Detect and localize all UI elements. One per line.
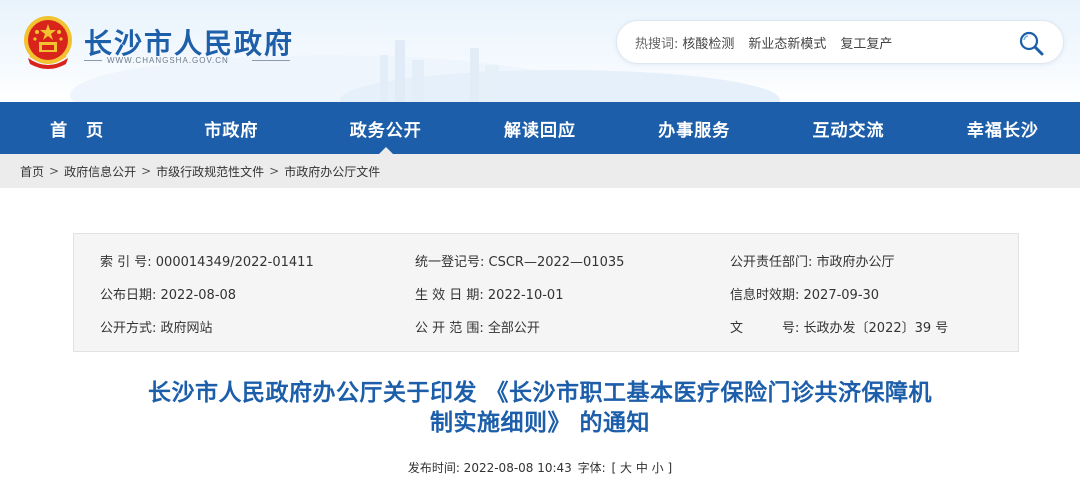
- breadcrumb-link-normative-docs[interactable]: 市级行政规范性文件: [156, 163, 264, 180]
- meta-publish-date: 公布日期: 2022-08-08: [100, 288, 237, 303]
- domain-divider-right: [252, 60, 290, 61]
- hot-word-link[interactable]: 复工复产: [840, 33, 892, 52]
- site-domain: WWW.CHANGSHA.GOV.CN: [107, 56, 229, 65]
- breadcrumb-separator: >: [269, 164, 280, 178]
- font-size-switcher[interactable]: [ 大 中 小 ]: [612, 461, 673, 475]
- document-meta-box: 索 引 号: 000014349/2022-01411 统一登记号: CSCR—…: [73, 233, 1019, 352]
- meta-document-number-value: 长政办发〔2022〕39 号: [803, 321, 949, 336]
- breadcrumb-separator: >: [141, 164, 152, 178]
- meta-registration-number: 统一登记号: CSCR—2022—01035: [415, 255, 625, 270]
- nav-item-government-affairs[interactable]: 政务公开: [309, 102, 463, 154]
- national-emblem-icon: [24, 16, 72, 69]
- search-icon[interactable]: [1017, 29, 1045, 57]
- site-header: 长沙市人民政府 WWW.CHANGSHA.GOV.CN 热搜词: 核酸检测 新业…: [0, 0, 1080, 102]
- hot-search-label: 热搜词:: [635, 36, 679, 52]
- nav-label: 解读回应: [503, 120, 576, 141]
- document-title: 长沙市人民政府办公厅关于印发 《长沙市职工基本医疗保险门诊共济保障机 制实施细则…: [60, 378, 1020, 438]
- nav-label: 办事服务: [658, 120, 731, 141]
- nav-label: 政务公开: [349, 120, 422, 141]
- nav-label: 首 页: [50, 120, 105, 141]
- nav-label: 幸福长沙: [966, 120, 1039, 141]
- font-size-label: 字体:: [577, 461, 606, 475]
- nav-item-happy-changsha[interactable]: 幸福长沙: [926, 102, 1080, 154]
- breadcrumb: 首页 > 政府信息公开 > 市级行政规范性文件 > 市政府办公厅文件: [0, 154, 1080, 188]
- meta-disclosure-method: 公开方式: 政府网站: [100, 321, 213, 336]
- nav-item-interaction[interactable]: 互动交流: [771, 102, 925, 154]
- meta-effective-date: 生 效 日 期: 2022-10-01: [415, 288, 564, 303]
- breadcrumb-separator: >: [49, 164, 60, 178]
- nav-item-services[interactable]: 办事服务: [617, 102, 771, 154]
- main-nav: 首 页 市政府 政务公开 解读回应 办事服务 互动交流 幸福长沙: [0, 102, 1080, 154]
- breadcrumb-link-home[interactable]: 首页: [20, 163, 44, 180]
- breadcrumb-link-gov-info[interactable]: 政府信息公开: [64, 163, 136, 180]
- publish-info: 发布时间: 2022-08-08 10:43 字体: [ 大 中 小 ]: [0, 459, 1080, 476]
- nav-item-city-government[interactable]: 市政府: [154, 102, 308, 154]
- hot-word-link[interactable]: 核酸检测: [682, 33, 734, 52]
- publish-time: 发布时间: 2022-08-08 10:43: [407, 461, 572, 475]
- search-box[interactable]: 热搜词: 核酸检测 新业态新模式 复工复产: [616, 20, 1064, 64]
- meta-document-number-label: 文 号:: [730, 321, 800, 336]
- meta-disclosure-scope: 公 开 范 围: 全部公开: [415, 321, 540, 336]
- meta-index-number: 索 引 号: 000014349/2022-01411: [100, 255, 314, 270]
- meta-valid-until: 信息时效期: 2027-09-30: [730, 288, 880, 303]
- hot-word-link[interactable]: 新业态新模式: [748, 33, 826, 52]
- nav-label: 市政府: [204, 120, 259, 141]
- nav-item-interpretation[interactable]: 解读回应: [463, 102, 617, 154]
- document-title-line-2: 制实施细则》 的通知: [429, 410, 650, 436]
- breadcrumb-link-office-docs[interactable]: 市政府办公厅文件: [284, 163, 380, 180]
- nav-label: 互动交流: [812, 120, 885, 141]
- meta-document-number: 文 号: 长政办发〔2022〕39 号: [730, 317, 948, 336]
- nav-item-home[interactable]: 首 页: [0, 102, 154, 154]
- document-title-line-1: 长沙市人民政府办公厅关于印发 《长沙市职工基本医疗保险门诊共济保障机: [147, 380, 932, 406]
- meta-responsible-dept: 公开责任部门: 市政府办公厅: [730, 255, 895, 270]
- domain-divider-left: [84, 60, 102, 61]
- active-nav-indicator: [378, 147, 393, 154]
